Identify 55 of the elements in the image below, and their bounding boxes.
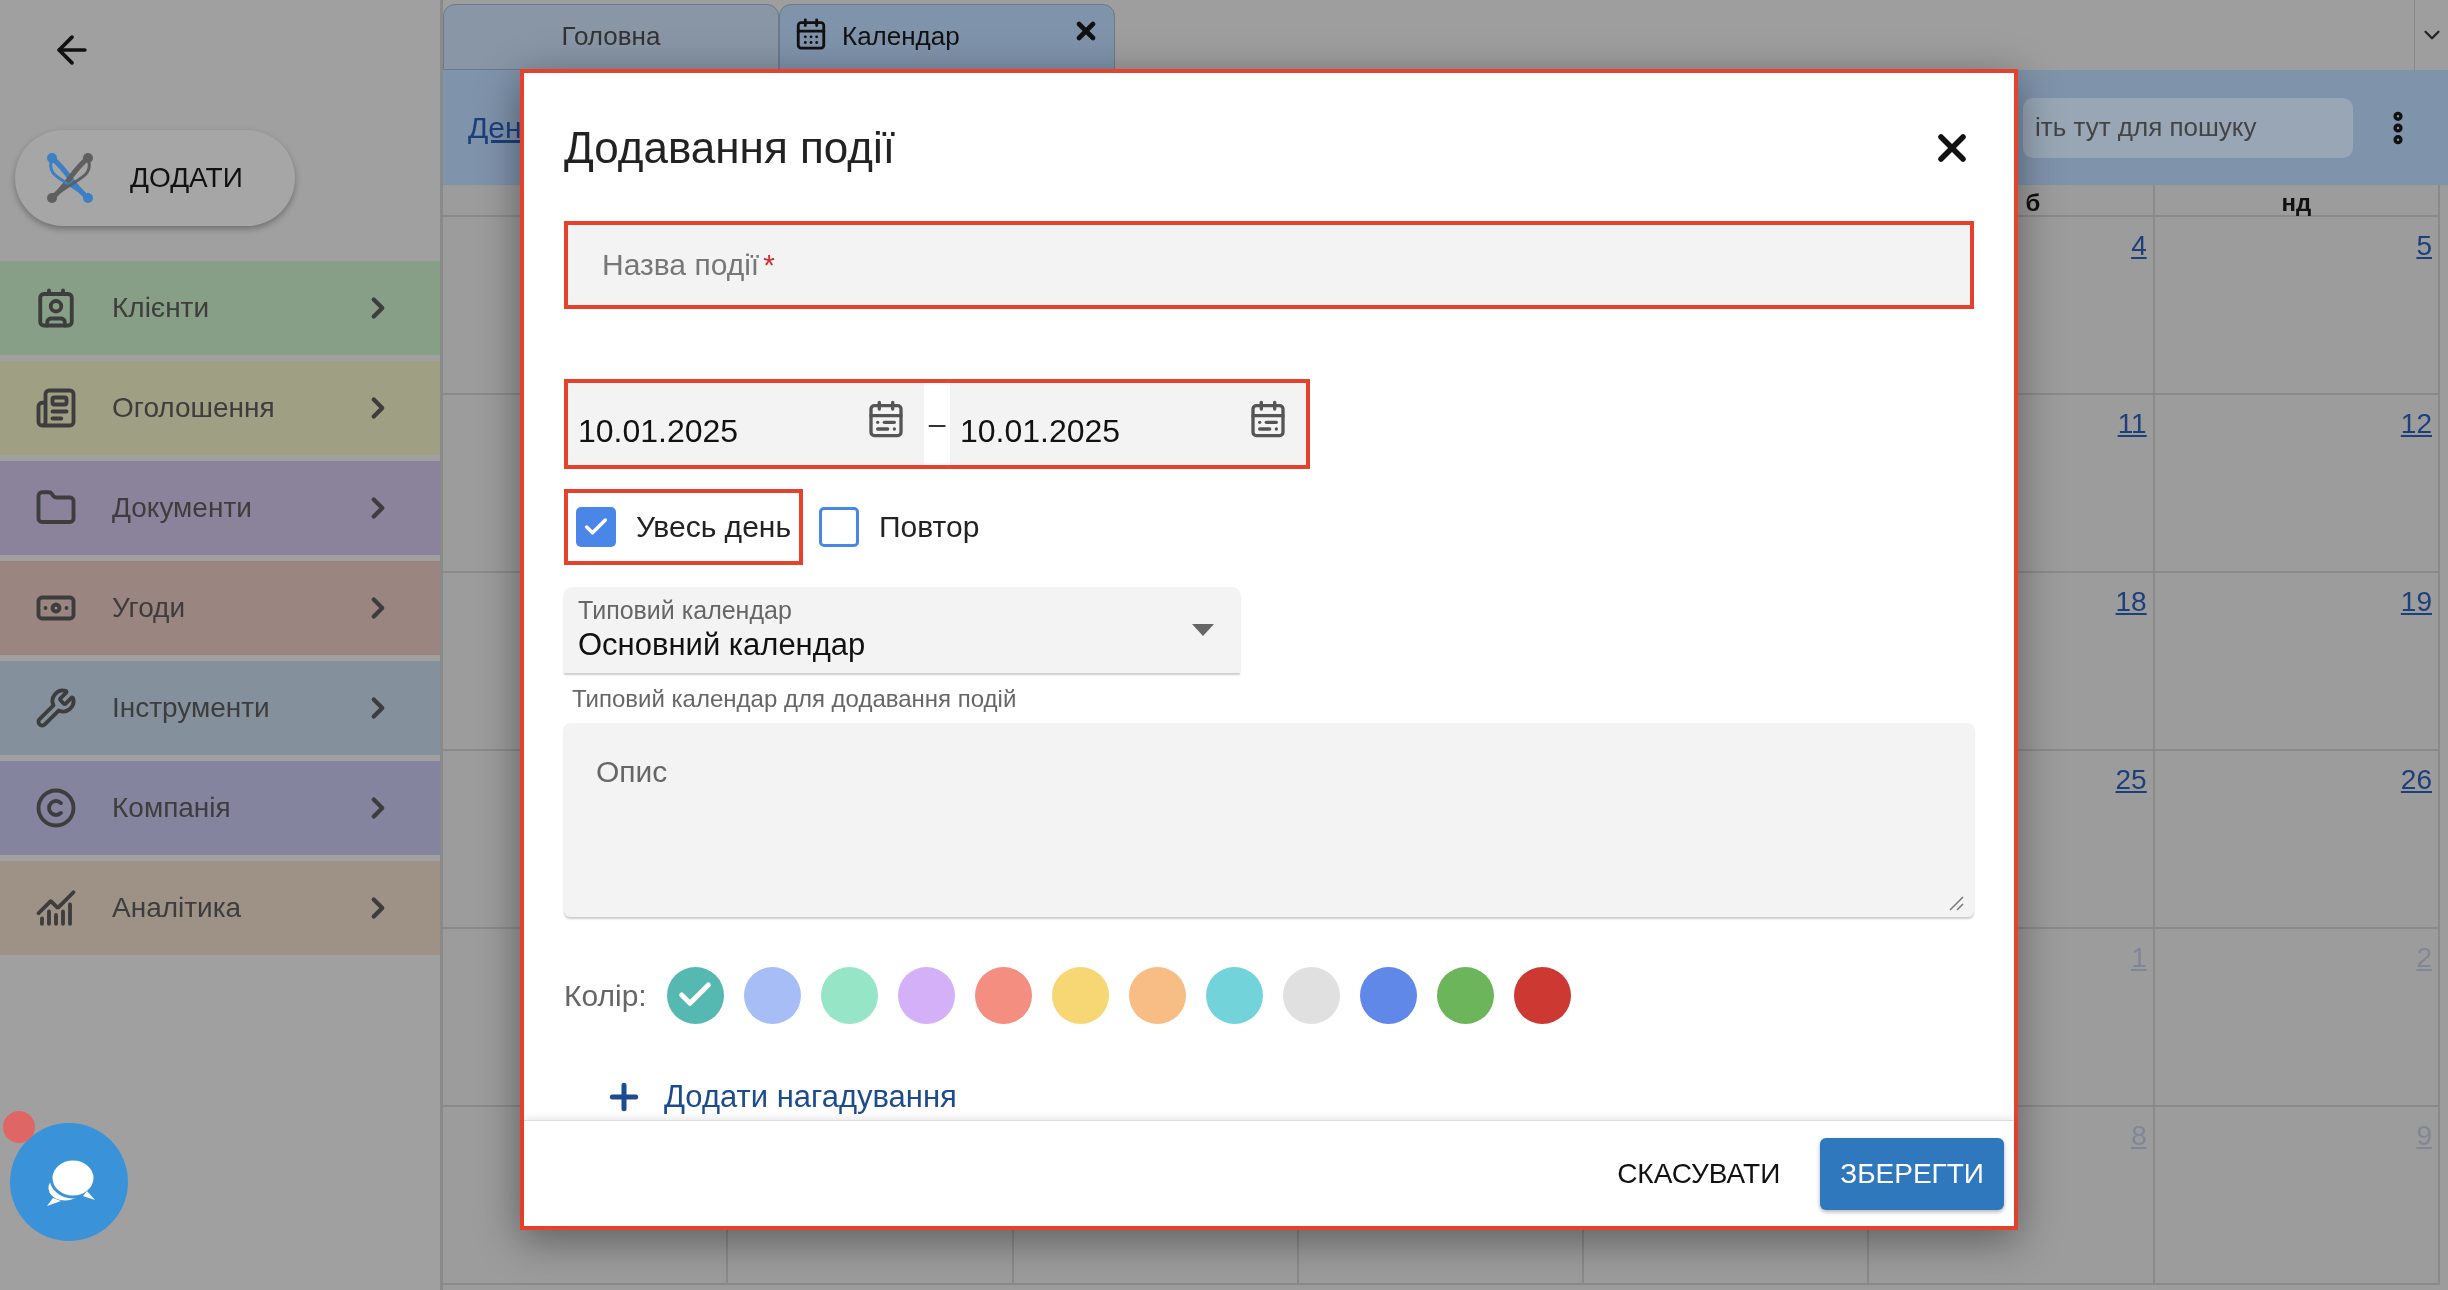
search-field[interactable]: іть тут для пошуку <box>2023 97 2353 158</box>
end-date-field[interactable]: 10.01.2025 <box>950 383 1306 465</box>
save-button[interactable]: ЗБЕРЕГТИ <box>1820 1137 2004 1210</box>
chart-icon <box>35 887 77 929</box>
start-date-field[interactable]: 10.01.2025 <box>568 383 924 465</box>
resize-handle-icon[interactable] <box>1948 894 1964 911</box>
dropdown-caret-icon <box>1192 623 1214 636</box>
sidebar-label: Оголошення <box>112 391 276 425</box>
calendar-icon[interactable] <box>1248 398 1288 439</box>
sidebar-label: Документи <box>112 491 253 525</box>
sidebar-item[interactable]: Документи <box>0 461 440 555</box>
color-label: Колір: <box>564 977 647 1014</box>
newspaper-icon <box>35 387 77 429</box>
checkbox-option[interactable]: Повтор <box>807 488 992 565</box>
calendar-select[interactable]: Типовий календар Основний календар <box>564 586 1240 673</box>
dialog-title: Додавання події <box>564 122 895 174</box>
weekday-header: нд <box>2281 188 2312 218</box>
checkbox[interactable] <box>576 506 616 547</box>
day-number-link[interactable]: 25 <box>2115 759 2147 801</box>
day-number-link[interactable]: 11 <box>2117 403 2147 445</box>
day-number-link[interactable]: 26 <box>2400 759 2432 801</box>
day-number-link[interactable]: 19 <box>2400 581 2432 623</box>
checkbox-option[interactable]: Увесь день <box>564 488 803 565</box>
helper-text: Типовий календар для додавання подій <box>572 683 1018 714</box>
calendar-icon <box>794 17 828 51</box>
sidebar-item[interactable]: Аналітика <box>0 861 440 955</box>
day-number-link[interactable]: 18 <box>2115 581 2147 623</box>
sidebar-label: Аналітика <box>112 891 243 925</box>
tools-icon <box>35 687 77 729</box>
sidebar-item[interactable]: Клієнти <box>0 261 440 355</box>
checkbox[interactable] <box>819 506 859 547</box>
sidebar-item[interactable]: Угоди <box>0 561 440 655</box>
sidebar-item[interactable]: Компанія <box>0 761 440 855</box>
add-button[interactable]: ДОДАТИ <box>15 130 295 226</box>
tab[interactable]: Календар <box>779 4 1115 70</box>
copyright-icon <box>35 787 77 829</box>
date-separator: – <box>927 406 947 443</box>
sidebar-item[interactable]: Інструменти <box>0 661 440 755</box>
contact-card-icon <box>35 287 77 329</box>
cancel-button[interactable]: СКАСУВАТИ <box>1597 1137 1801 1210</box>
sidebar-label: Угоди <box>112 591 187 625</box>
event-name-field[interactable]: Назва події* <box>564 221 1974 309</box>
sidebar-label: Інструменти <box>112 691 271 725</box>
weekday-header: б <box>2025 188 2041 218</box>
tab[interactable]: Головна <box>443 4 779 70</box>
day-number-link[interactable]: 12 <box>2400 403 2432 445</box>
day-view-link[interactable]: Ден <box>468 105 522 150</box>
day-number-link[interactable]: 4 <box>2131 225 2147 267</box>
sidebar-label: Клієнти <box>112 291 211 325</box>
sidebar-item[interactable]: Оголошення <box>0 361 440 455</box>
day-number-link[interactable]: 5 <box>2416 225 2432 267</box>
add-reminder-button[interactable]: Додати нагадування <box>604 1073 1974 1120</box>
description-field[interactable]: Опис <box>564 722 1974 917</box>
calendar-icon[interactable] <box>866 398 906 439</box>
sidebar-label: Компанія <box>112 791 232 825</box>
